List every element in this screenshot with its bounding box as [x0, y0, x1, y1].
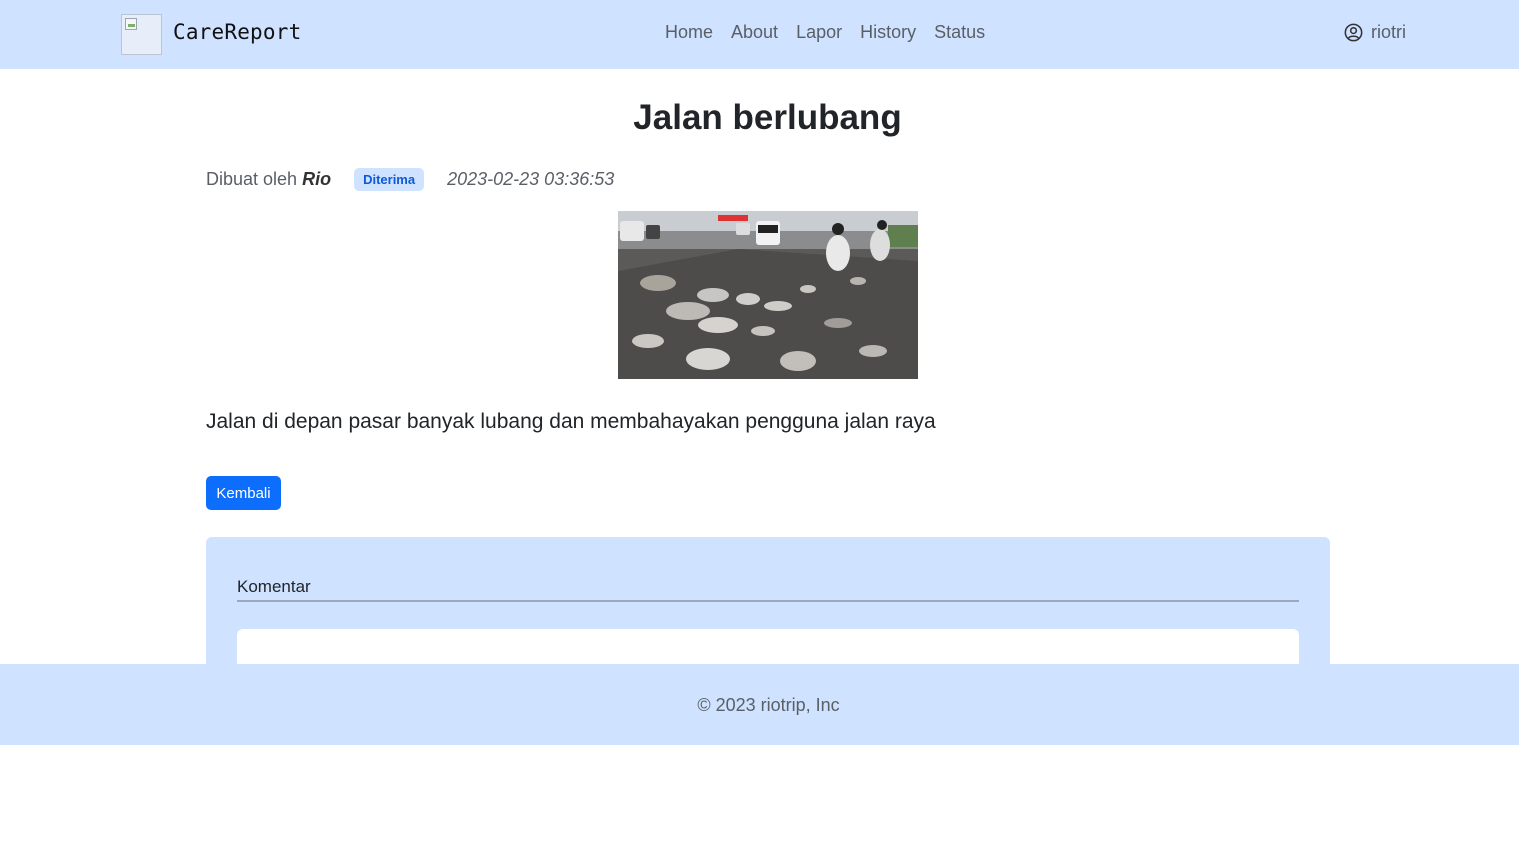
user-menu[interactable]: riotri: [1344, 22, 1406, 43]
user-name: riotri: [1371, 22, 1406, 42]
nav-link-status[interactable]: Status: [934, 22, 985, 43]
report-author: Rio: [302, 169, 332, 189]
report-title: Jalan berlubang: [633, 98, 902, 137]
broken-image-icon: [125, 18, 137, 30]
footer: © 2023 riotrip, Inc: [0, 664, 1519, 745]
report-timestamp: 2023-02-23 03:36:53: [447, 169, 615, 189]
status-badge: Diterima: [354, 168, 425, 191]
created-by-label: Dibuat oleh: [206, 169, 298, 189]
back-button[interactable]: Kembali: [206, 476, 281, 510]
footer-copyright: © 2023 riotrip, Inc: [697, 695, 840, 715]
report-description: Jalan di depan pasar banyak lubang dan m…: [206, 410, 936, 433]
nav-link-lapor[interactable]: Lapor: [796, 22, 842, 43]
comment-divider: [237, 600, 1299, 602]
user-circle-icon: [1344, 23, 1363, 42]
nav-link-home[interactable]: Home: [665, 22, 713, 43]
report-photo: [618, 211, 918, 379]
brand-name[interactable]: CareReport: [173, 20, 301, 44]
brand-logo-broken-image[interactable]: [121, 14, 162, 55]
report-meta: Dibuat oleh Rio Diterima 2023-02-23 03:3…: [206, 168, 614, 191]
comment-title: Komentar: [237, 577, 311, 596]
nav-link-about[interactable]: About: [731, 22, 778, 43]
nav-link-history[interactable]: History: [860, 22, 916, 43]
nav-links: Home About Lapor History Status: [665, 22, 985, 43]
navbar: CareReport Home About Lapor History Stat…: [0, 0, 1519, 69]
